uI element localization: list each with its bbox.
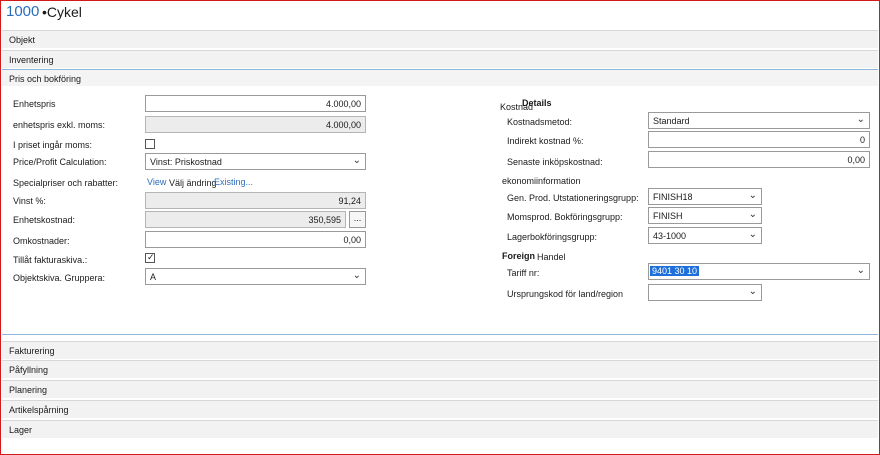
ingar-moms-checkbox[interactable] — [145, 139, 155, 149]
indirekt-label: Indirekt kostnad %: — [507, 136, 584, 146]
tariff-select[interactable]: 9401 30 10 ⌄ — [648, 263, 870, 280]
details-header: Details — [522, 98, 552, 108]
tab-planering-label: Planering — [9, 385, 48, 395]
chevron-down-icon: ⌄ — [352, 270, 361, 281]
enhetskostnad-label: Enhetskostnad: — [13, 215, 76, 225]
tab-objekt-label: Objekt — [9, 35, 36, 45]
chevron-down-icon: ⌄ — [748, 286, 757, 297]
tab-pris-och-bokforing[interactable]: Pris och bokföring — [2, 69, 878, 87]
chevron-down-icon: ⌄ — [856, 265, 865, 276]
omkostnader-value: 0,00 — [343, 235, 361, 245]
lager-select[interactable]: 43-1000 ⌄ — [648, 227, 762, 244]
handel-header: Handel — [537, 252, 566, 262]
senaste-value: 0,00 — [847, 155, 865, 165]
senaste-label: Senaste inköpskostnad: — [507, 157, 603, 167]
tab-lager-label: Lager — [9, 425, 33, 435]
lager-label: Lagerbokföringsgrupp: — [507, 232, 598, 242]
tab-objekt[interactable]: Objekt — [2, 30, 878, 48]
vinst-value: 91,24 — [338, 196, 361, 206]
title-bar: 1000 •Cykel — [0, 0, 880, 30]
moms-value: FINISH — [653, 211, 683, 221]
tillat-checkbox[interactable]: ✓ — [145, 252, 155, 263]
vinst-field: 91,24 — [145, 192, 366, 209]
exkl-moms-value: 4.000,00 — [325, 120, 361, 130]
exkl-moms-label: enhetspris exkl. moms: — [13, 120, 106, 130]
gen-select[interactable]: FINISH18 ⌄ — [648, 188, 762, 205]
calc-value: Vinst: Priskostnad — [150, 157, 222, 167]
exkl-moms-field: 4.000,00 — [145, 116, 366, 133]
ekonomi-header: ekonomiinformation — [502, 176, 581, 186]
tab-pris-label: Pris och bokföring — [9, 74, 82, 84]
enhetskostnad-value: 350,595 — [308, 215, 341, 225]
metod-value: Standard — [653, 116, 690, 126]
check-icon: ✓ — [147, 252, 155, 262]
senaste-field[interactable]: 0,00 — [648, 151, 870, 168]
tariff-label: Tariff nr: — [507, 268, 540, 278]
chevron-down-icon: ⌄ — [748, 229, 757, 240]
indirekt-value: 0 — [859, 135, 865, 145]
tab-fakturering-label: Fakturering — [9, 346, 55, 356]
special-existing-link[interactable]: Existing... — [214, 177, 253, 187]
vinst-label: Vinst %: — [13, 196, 46, 206]
objektskiva-label: Objektskiva. Gruppera: — [13, 273, 106, 283]
tab-artikel-label: Artikelspårning — [9, 405, 69, 415]
gen-value: FINISH18 — [653, 192, 693, 202]
indirekt-field[interactable]: 0 — [648, 131, 870, 148]
ingar-moms-label: I priset ingår moms: — [13, 140, 93, 150]
chevron-down-icon: ⌄ — [748, 190, 757, 201]
enhetspris-label: Enhetspris — [13, 99, 56, 109]
omkostnader-field[interactable]: 0,00 — [145, 231, 366, 248]
ursprung-select[interactable]: ⌄ — [648, 284, 762, 301]
panel-divider — [2, 334, 878, 335]
enhetskostnad-field: 350,595 — [145, 211, 346, 228]
special-mid-text: Välj ändring — [169, 178, 217, 188]
tab-fakturering[interactable]: Fakturering — [2, 341, 878, 359]
enhetspris-field[interactable]: 4.000,00 — [145, 95, 366, 112]
enhetspris-value: 4.000,00 — [325, 99, 361, 109]
omkostnader-label: Omkostnader: — [13, 236, 70, 246]
tab-pafyllning-label: Påfyllning — [9, 365, 49, 375]
special-label: Specialpriser och rabatter: — [13, 178, 119, 188]
special-view-link[interactable]: View — [147, 177, 166, 187]
tab-planering[interactable]: Planering — [2, 380, 878, 398]
chevron-down-icon: ⌄ — [856, 114, 865, 125]
moms-label: Momsprod. Bokföringsgrupp: — [507, 212, 623, 222]
metod-label: Kostnadsmetod: — [507, 117, 573, 127]
tab-pafyllning[interactable]: Påfyllning — [2, 360, 878, 378]
calc-select[interactable]: Vinst: Priskostnad ⌄ — [145, 153, 366, 170]
gen-label: Gen. Prod. Utstationeringsgrupp: — [507, 193, 639, 203]
tariff-value: 9401 30 10 — [650, 266, 700, 276]
objektskiva-value: A — [150, 272, 157, 282]
lager-value: 43-1000 — [653, 231, 687, 241]
objektskiva-select[interactable]: A ⌄ — [145, 268, 366, 285]
enhetskostnad-lookup-button[interactable]: ... — [349, 211, 366, 228]
item-number: 1000 — [6, 3, 40, 20]
tab-artikelsparning[interactable]: Artikelspårning — [2, 400, 878, 418]
tab-inventering[interactable]: Inventering — [2, 50, 878, 68]
calc-label: Price/Profit Calculation: — [13, 157, 107, 167]
tab-lager[interactable]: Lager — [2, 420, 878, 438]
tab-inventering-label: Inventering — [9, 55, 54, 65]
chevron-down-icon: ⌄ — [748, 209, 757, 220]
tillat-label: Tillåt fakturaskiva.: — [13, 255, 88, 265]
ursprung-label: Ursprungskod för land/region — [507, 289, 624, 299]
moms-select[interactable]: FINISH ⌄ — [648, 207, 762, 224]
chevron-down-icon: ⌄ — [352, 155, 361, 166]
foreign-header: Foreign — [502, 251, 535, 261]
metod-select[interactable]: Standard ⌄ — [648, 112, 870, 129]
item-name: •Cykel — [42, 4, 82, 20]
